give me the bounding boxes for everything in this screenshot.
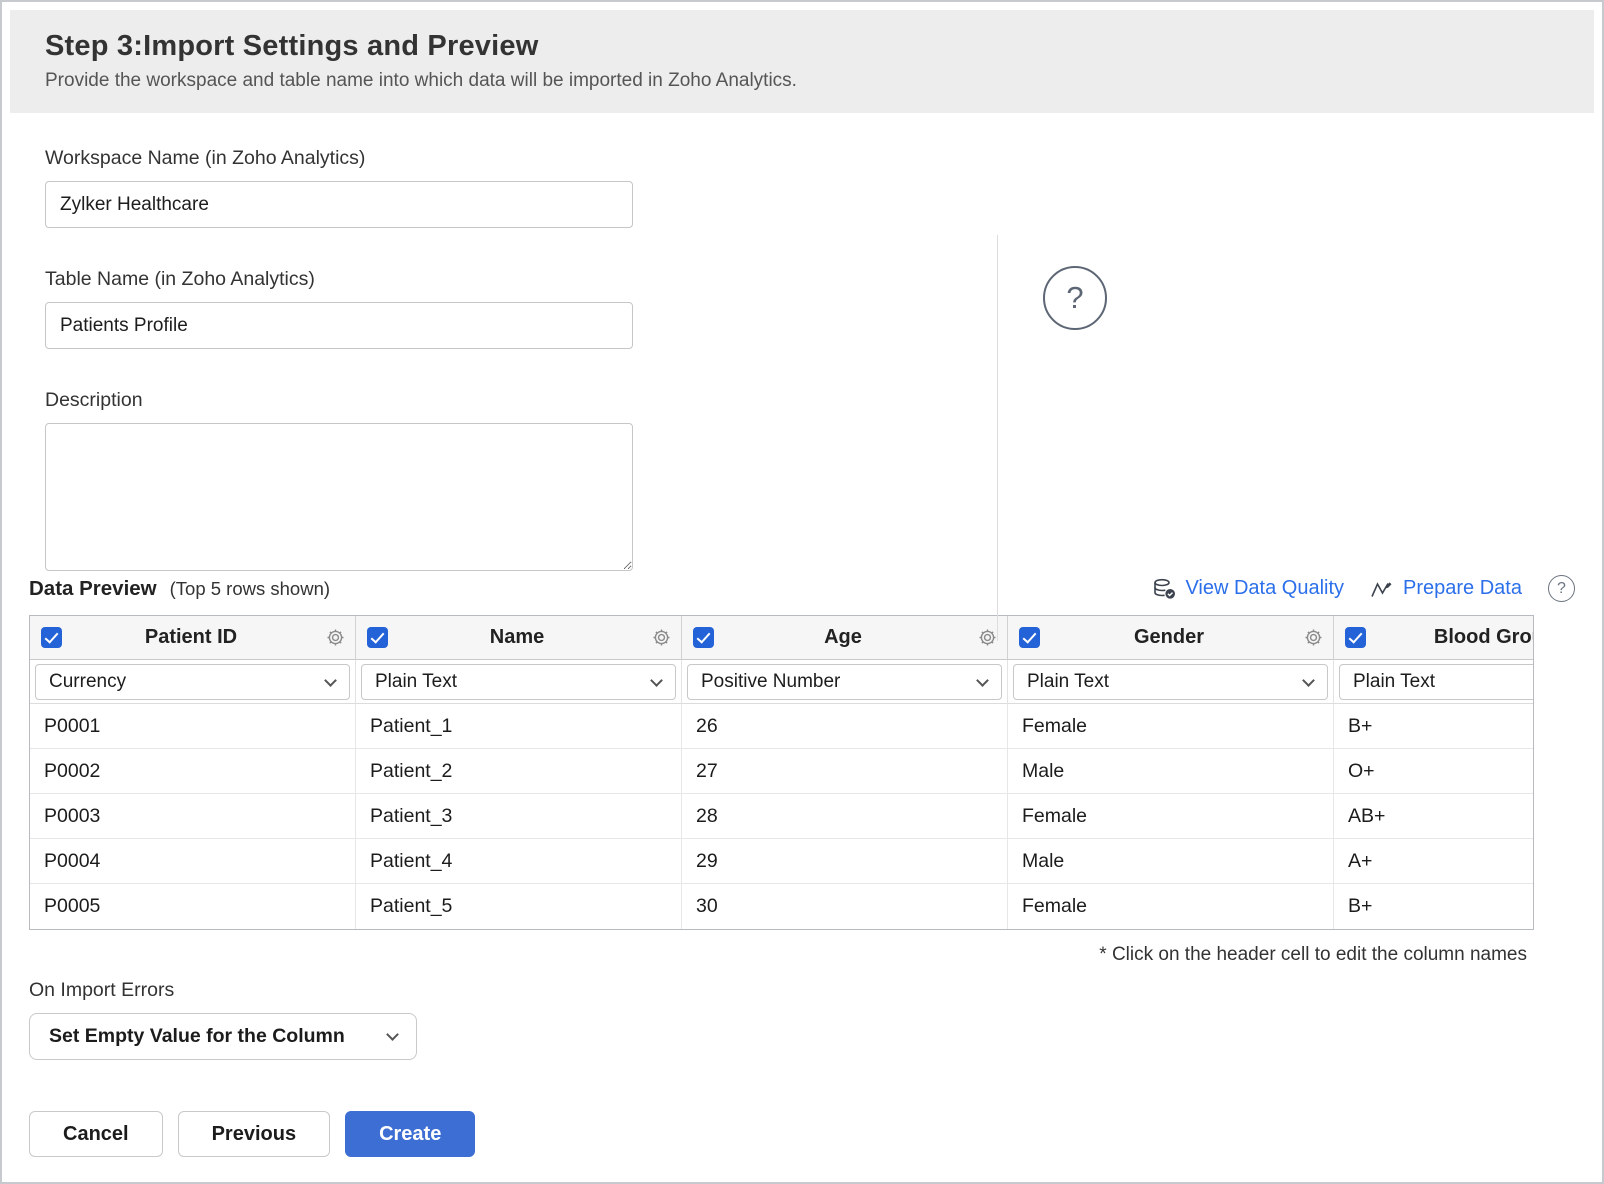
data-preview-title: Data Preview [29, 577, 157, 601]
table-name-input[interactable] [45, 302, 633, 349]
description-textarea[interactable] [45, 423, 633, 571]
table-cell: Male [1008, 839, 1334, 884]
chevron-down-icon [386, 1028, 399, 1041]
type-select-value: Plain Text [1353, 671, 1435, 693]
table-cell: Female [1008, 794, 1334, 839]
table-cell: B+ [1334, 704, 1534, 749]
table-cell: 26 [682, 704, 1008, 749]
help-icon[interactable]: ? [1043, 266, 1107, 330]
workspace-name-label: Workspace Name (in Zoho Analytics) [45, 147, 1559, 170]
prepare-data-link[interactable]: Prepare Data [1370, 577, 1522, 600]
column-checkbox[interactable] [41, 627, 62, 648]
gear-icon[interactable] [326, 628, 345, 647]
gear-icon[interactable] [652, 628, 671, 647]
table-cell: Patient_3 [356, 794, 682, 839]
column-header-blood-group[interactable]: Blood Group [1334, 616, 1534, 660]
column-header-gender[interactable]: Gender [1008, 616, 1334, 660]
type-select-gender[interactable]: Plain Text [1013, 664, 1328, 700]
data-preview-table: Patient ID Name Age Gender Blood Group [29, 615, 1534, 930]
description-label: Description [45, 389, 1559, 412]
table-cell: P0002 [30, 749, 356, 794]
column-checkbox[interactable] [1019, 627, 1040, 648]
chevron-down-icon [1302, 674, 1315, 687]
column-header-patient-id[interactable]: Patient ID [30, 616, 356, 660]
table-cell: Female [1008, 704, 1334, 749]
column-checkbox[interactable] [1345, 627, 1366, 648]
step-header: Step 3:Import Settings and Preview Provi… [10, 10, 1594, 113]
table-name-label: Table Name (in Zoho Analytics) [45, 268, 1559, 291]
preview-help-icon[interactable]: ? [1548, 575, 1575, 602]
table-cell: 29 [682, 839, 1008, 884]
on-import-errors-select[interactable]: Set Empty Value for the Column [29, 1013, 417, 1060]
type-select-blood-group[interactable]: Plain Text [1339, 664, 1534, 700]
table-header-row: Patient ID Name Age Gender Blood Group [30, 616, 1534, 660]
cancel-button[interactable]: Cancel [29, 1111, 163, 1157]
data-preview-header: Data Preview (Top 5 rows shown) View Da [10, 575, 1594, 602]
column-label: Age [714, 626, 972, 649]
table-cell: Patient_4 [356, 839, 682, 884]
type-select-name[interactable]: Plain Text [361, 664, 676, 700]
import-settings-page: Step 3:Import Settings and Preview Provi… [0, 0, 1604, 1184]
chevron-down-icon [324, 674, 337, 687]
edit-column-names-note: * Click on the header cell to edit the c… [10, 944, 1527, 966]
table-cell: AB+ [1334, 794, 1534, 839]
column-type-row: Currency Plain Text Positive Number Plai… [30, 660, 1534, 704]
gear-icon[interactable] [1304, 628, 1323, 647]
table-cell: Patient_1 [356, 704, 682, 749]
view-data-quality-label: View Data Quality [1185, 577, 1344, 600]
vertical-divider [997, 235, 998, 641]
table-row: P0004 Patient_4 29 Male A+ [30, 839, 1534, 884]
data-quality-icon [1152, 578, 1176, 600]
chevron-down-icon [976, 674, 989, 687]
table-cell: 27 [682, 749, 1008, 794]
page-title: Step 3:Import Settings and Preview [45, 30, 1559, 63]
column-checkbox[interactable] [367, 627, 388, 648]
table-cell: P0005 [30, 884, 356, 929]
previous-button[interactable]: Previous [178, 1111, 330, 1157]
data-preview-subtitle: (Top 5 rows shown) [170, 578, 330, 600]
column-label: Name [388, 626, 646, 649]
table-cell: 28 [682, 794, 1008, 839]
table-cell: B+ [1334, 884, 1534, 929]
type-select-value: Plain Text [1027, 671, 1109, 693]
table-row: P0002 Patient_2 27 Male O+ [30, 749, 1534, 794]
table-cell: Patient_5 [356, 884, 682, 929]
table-row: P0003 Patient_3 28 Female AB+ [30, 794, 1534, 839]
type-select-value: Positive Number [701, 671, 840, 693]
table-cell: P0003 [30, 794, 356, 839]
type-select-age[interactable]: Positive Number [687, 664, 1002, 700]
import-settings-form: Workspace Name (in Zoho Analytics) Table… [10, 113, 1594, 571]
on-import-errors-value: Set Empty Value for the Column [49, 1025, 345, 1048]
gear-icon[interactable] [978, 628, 997, 647]
table-cell: A+ [1334, 839, 1534, 884]
view-data-quality-link[interactable]: View Data Quality [1152, 577, 1344, 600]
workspace-name-input[interactable] [45, 181, 633, 228]
table-row: P0001 Patient_1 26 Female B+ [30, 704, 1534, 749]
table-cell: Male [1008, 749, 1334, 794]
page-subtitle: Provide the workspace and table name int… [45, 70, 1559, 92]
action-buttons: Cancel Previous Create [29, 1111, 1575, 1157]
table-cell: O+ [1334, 749, 1534, 794]
table-cell: P0004 [30, 839, 356, 884]
type-select-value: Currency [49, 671, 126, 693]
on-import-errors-section: On Import Errors Set Empty Value for the… [29, 979, 1575, 1060]
column-header-name[interactable]: Name [356, 616, 682, 660]
on-import-errors-label: On Import Errors [29, 979, 1575, 1002]
type-select-patient-id[interactable]: Currency [35, 664, 350, 700]
chevron-down-icon [650, 674, 663, 687]
column-label: Patient ID [62, 626, 320, 649]
column-checkbox[interactable] [693, 627, 714, 648]
column-label: Gender [1040, 626, 1298, 649]
type-select-value: Plain Text [375, 671, 457, 693]
create-button[interactable]: Create [345, 1111, 475, 1157]
table-row: P0005 Patient_5 30 Female B+ [30, 884, 1534, 929]
prepare-data-icon [1370, 579, 1394, 599]
prepare-data-label: Prepare Data [1403, 577, 1522, 600]
table-cell: 30 [682, 884, 1008, 929]
table-cell: P0001 [30, 704, 356, 749]
table-cell: Patient_2 [356, 749, 682, 794]
column-label: Blood Group [1366, 626, 1534, 649]
table-cell: Female [1008, 884, 1334, 929]
column-header-age[interactable]: Age [682, 616, 1008, 660]
